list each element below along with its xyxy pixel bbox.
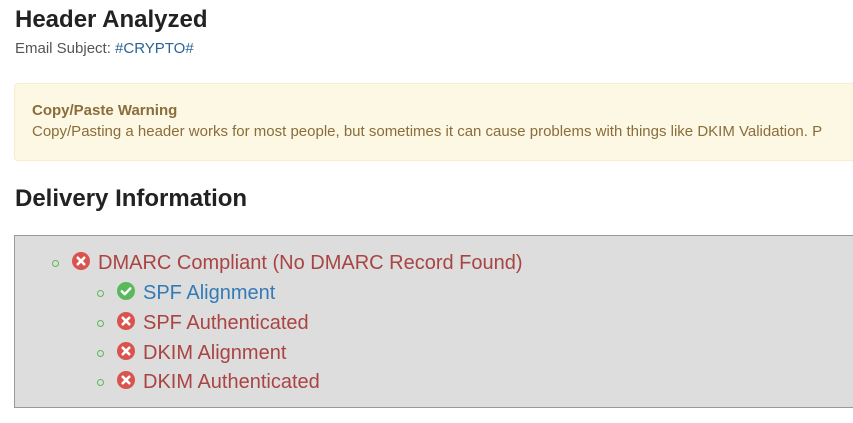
bullet-icon bbox=[97, 349, 104, 357]
times-circle-icon bbox=[72, 252, 90, 270]
warning-text: Copy/Pasting a header works for most peo… bbox=[32, 123, 823, 140]
bullet-icon bbox=[97, 319, 104, 327]
dkim-alignment-label: DKIM Alignment bbox=[143, 342, 287, 364]
dmarc-compliant-label: DMARC Compliant (No DMARC Record Found) bbox=[98, 252, 523, 274]
delivery-information-title: Delivery Information bbox=[15, 185, 248, 212]
email-subject-label: Email Subject: bbox=[15, 40, 111, 57]
times-circle-icon bbox=[117, 342, 135, 360]
dkim-authenticated-label: DKIM Authenticated bbox=[143, 371, 320, 393]
email-subject: Email Subject: #CRYPTO# bbox=[15, 39, 194, 59]
spf-alignment-label: SPF Alignment bbox=[143, 282, 276, 304]
copy-paste-warning: Copy/Paste Warning Copy/Pasting a header… bbox=[14, 83, 853, 161]
list-item-spf-authenticated: SPF Authenticated bbox=[97, 311, 309, 335]
bullet-icon bbox=[97, 289, 104, 297]
check-circle-icon bbox=[117, 282, 135, 300]
bullet-icon bbox=[52, 259, 59, 267]
page-title: Header Analyzed bbox=[15, 6, 208, 33]
bullet-icon bbox=[97, 378, 104, 386]
times-circle-icon bbox=[117, 371, 135, 389]
list-item-dmarc-compliant: DMARC Compliant (No DMARC Record Found) bbox=[52, 251, 523, 275]
spf-authenticated-label: SPF Authenticated bbox=[143, 312, 309, 334]
email-subject-link[interactable]: #CRYPTO# bbox=[115, 40, 194, 57]
warning-title: Copy/Paste Warning bbox=[32, 102, 178, 119]
delivery-information-panel: DMARC Compliant (No DMARC Record Found) … bbox=[14, 235, 853, 408]
list-item-dkim-authenticated: DKIM Authenticated bbox=[97, 370, 320, 394]
list-item-dkim-alignment: DKIM Alignment bbox=[97, 341, 286, 365]
list-item-spf-alignment: SPF Alignment bbox=[97, 281, 275, 305]
times-circle-icon bbox=[117, 312, 135, 330]
